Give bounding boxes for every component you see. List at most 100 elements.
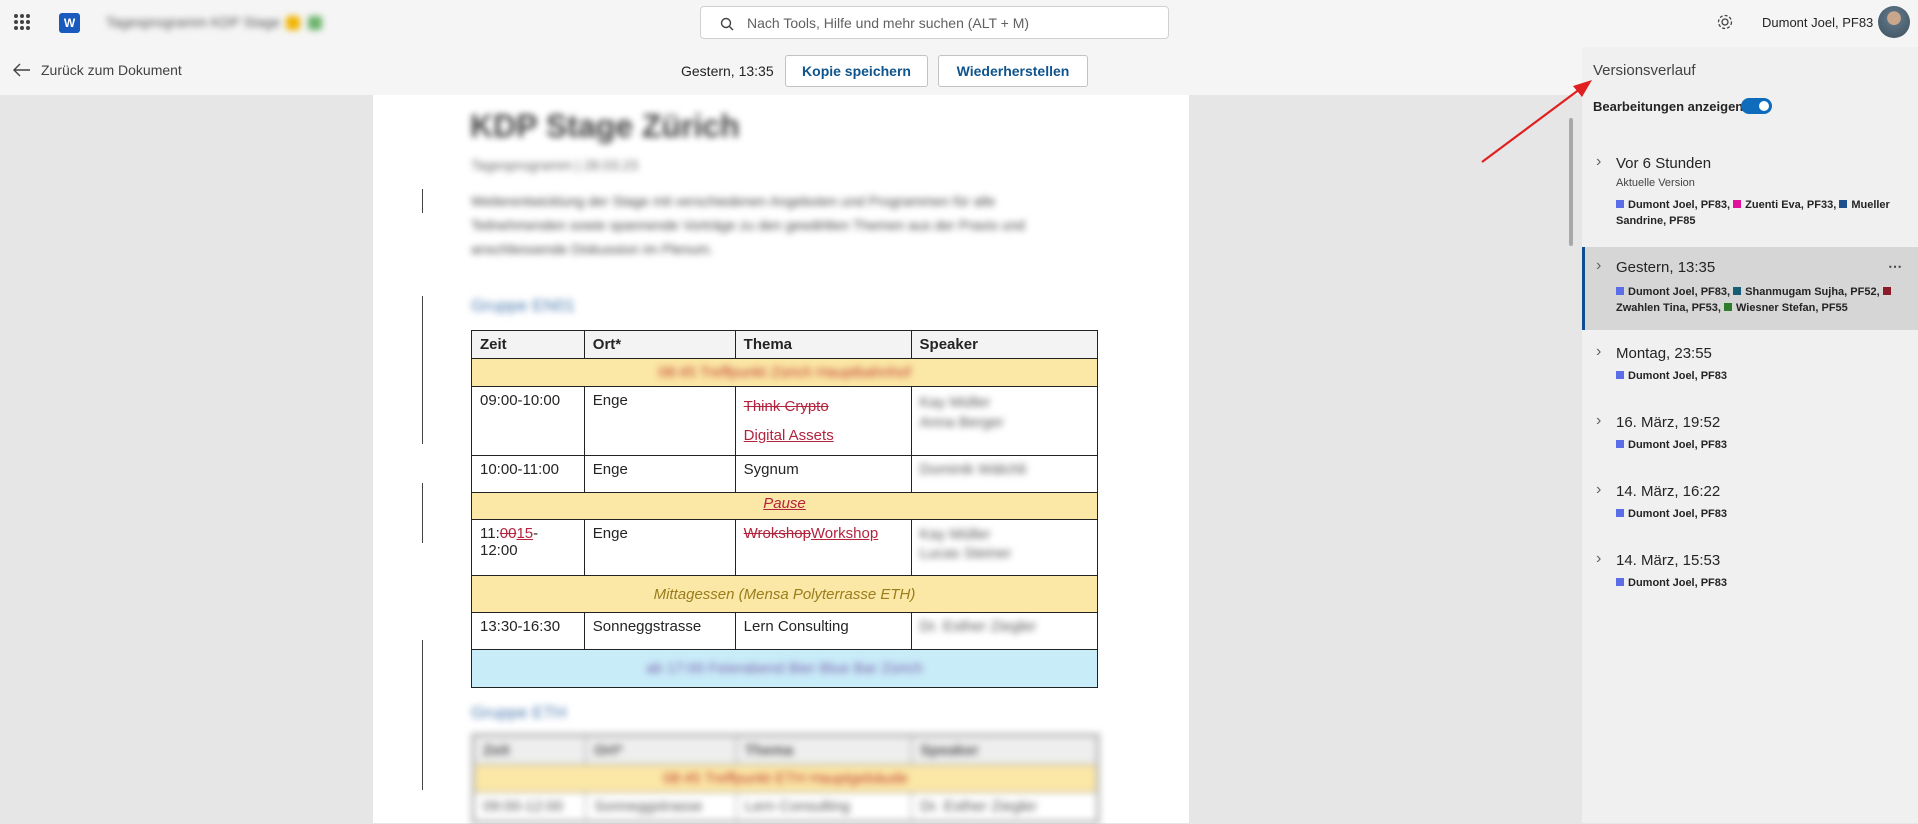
header-cell: Zeit: [471, 330, 585, 359]
cell-ort: Enge: [583, 386, 736, 456]
table-row: Mittagessen (Mensa Polyterrasse ETH): [471, 575, 1098, 613]
more-options-icon[interactable]: ⋯: [1888, 258, 1902, 275]
chevron-right-icon[interactable]: ›: [1596, 550, 1601, 568]
chevron-right-icon[interactable]: ›: [1596, 257, 1601, 275]
speaker-name: Anna Berger: [919, 414, 1004, 431]
author-color-square: [1616, 440, 1624, 448]
cell-thema: Think Crypto Digital Assets: [734, 386, 912, 456]
author-color-square: [1616, 371, 1624, 379]
author-color-square: [1616, 200, 1624, 208]
author-name: Zwahlen Tina, PF53: [1616, 302, 1718, 314]
speaker-name: Kay Müller: [919, 394, 991, 411]
cell-speaker: Kay Müller Anna Berger: [910, 386, 1099, 456]
cell-zeit: 10:00-11:00: [471, 455, 585, 493]
author-color-square: [1733, 200, 1742, 208]
evening-text: ab 17:00 Feierabend Bier Blue Bar Zürich: [646, 660, 923, 677]
show-edits-label: Bearbeitungen anzeigen: [1593, 99, 1744, 114]
search-icon: [720, 17, 734, 31]
chevron-right-icon[interactable]: ›: [1596, 343, 1601, 361]
cell-speaker: Dr. Esther Ziegler: [910, 612, 1099, 650]
version-timestamp: Gestern, 13:35: [681, 63, 774, 79]
author-color-square: [1882, 287, 1891, 295]
version-item[interactable]: › 14. März, 15:53 Dumont Joel, PF83: [1582, 545, 1918, 605]
version-time: Montag, 23:55: [1616, 345, 1712, 362]
sensitivity-icon: [286, 16, 301, 31]
version-time: 14. März, 16:22: [1616, 483, 1721, 500]
author-color-square: [1839, 200, 1848, 208]
speaker-name: Kay Müller: [919, 526, 991, 543]
restore-button[interactable]: Wiederherstellen: [938, 55, 1088, 87]
author-name: Dumont Joel, PF83: [1628, 439, 1728, 451]
version-item[interactable]: › Montag, 23:55 Dumont Joel, PF83: [1582, 338, 1918, 398]
author-name: Zuenti Eva, PF33: [1745, 199, 1834, 211]
show-edits-toggle[interactable]: [1741, 98, 1772, 114]
back-to-document-button[interactable]: Zurück zum Dokument: [13, 62, 182, 78]
author-name: Dumont Joel, PF83: [1628, 370, 1728, 382]
version-time: 14. März, 15:53: [1616, 552, 1721, 569]
sync-status-icon: [308, 16, 323, 31]
document-paragraph: Weiterentwicklung der Stage mit verschie…: [471, 193, 1025, 257]
cell-zeit: 11:0015- 12:00: [471, 519, 585, 576]
panel-title: Versionsverlauf: [1593, 62, 1696, 79]
group-heading-2: Gruppe ETH: [471, 703, 567, 722]
author-color-square: [1616, 578, 1624, 586]
inserted-text: Digital Assets: [743, 427, 834, 444]
user-name[interactable]: Dumont Joel, PF83: [1762, 15, 1873, 30]
document-subtitle: Tagesprogramm | 28.03.23: [471, 157, 639, 173]
search-box[interactable]: Nach Tools, Hilfe und mehr suchen (ALT +…: [700, 6, 1169, 39]
app-launcher-icon[interactable]: [14, 14, 30, 30]
version-authors: Dumont Joel, PF83: [1616, 368, 1906, 384]
chevron-right-icon[interactable]: ›: [1596, 153, 1601, 171]
save-copy-button[interactable]: Kopie speichern: [785, 55, 928, 87]
document-title[interactable]: Tagesprogramm KDP Stage: [106, 14, 344, 32]
version-authors: Dumont Joel, PF83: [1616, 575, 1906, 591]
author-color-square: [1724, 303, 1733, 311]
table-row: Pause: [471, 492, 1098, 520]
cell-speaker: Dr. Esther Ziegler: [911, 792, 1099, 823]
cell-thema: Lern Consulting: [734, 612, 912, 650]
chevron-right-icon[interactable]: ›: [1596, 481, 1601, 499]
header-cell: Ort*: [585, 734, 737, 765]
arrow-left-icon: [13, 63, 30, 77]
version-item-selected[interactable]: › Gestern, 13:35 ⋯ Dumont Joel, PF83, Sh…: [1582, 247, 1918, 330]
deleted-text: Wrokshop: [743, 525, 811, 542]
lunch-text: Mittagessen (Mensa Polyterrasse ETH): [653, 585, 916, 603]
header-cell: Thema: [734, 330, 912, 359]
cell-thema: WrokshopWorkshop: [734, 519, 912, 576]
cell-ort: Enge: [583, 519, 736, 576]
cell-speaker: Dominik Wälchli: [910, 455, 1099, 493]
version-item[interactable]: › 14. März, 16:22 Dumont Joel, PF83: [1582, 476, 1918, 536]
cell-ort: Sonneggstrasse: [585, 792, 737, 823]
table-header-row: Zeit Ort* Thema Speaker: [472, 734, 1099, 765]
change-bar: [422, 189, 423, 213]
header-cell: Thema: [735, 734, 913, 765]
speaker-name: Dominik Wälchli: [919, 461, 1027, 478]
deleted-text: Think Crypto: [743, 398, 829, 415]
author-color-square: [1733, 287, 1742, 295]
annotation-arrow-icon: [1481, 80, 1592, 163]
version-item[interactable]: › Vor 6 Stunden Aktuelle Version Dumont …: [1582, 143, 1918, 242]
table-row: ab 17:00 Feierabend Bier Blue Bar Zürich: [471, 649, 1098, 688]
gear-icon[interactable]: [1716, 13, 1734, 31]
author-name: Wiesner Stefan, PF55: [1736, 302, 1848, 314]
cell-speaker: Kay Müller Lucas Steiner: [910, 519, 1099, 576]
schedule-table-2: Zeit Ort* Thema Speaker 08:45 Treffpunkt…: [471, 733, 1100, 824]
speaker-name: Lucas Steiner: [919, 545, 1012, 562]
version-time: Vor 6 Stunden: [1616, 155, 1712, 172]
author-name: Dumont Joel, PF83: [1628, 199, 1728, 211]
version-item[interactable]: › 16. März, 19:52 Dumont Joel, PF83: [1582, 407, 1918, 467]
back-label: Zurück zum Dokument: [41, 62, 182, 78]
version-time: Gestern, 13:35: [1616, 259, 1716, 276]
cell-zeit: 09:00-10:00: [471, 386, 585, 456]
inserted-text: Workshop: [810, 525, 879, 542]
time-text: 11:: [480, 525, 500, 542]
avatar[interactable]: [1878, 6, 1910, 38]
version-authors: Dumont Joel, PF83: [1616, 437, 1906, 453]
chevron-right-icon[interactable]: ›: [1596, 412, 1601, 430]
table-row: 08:45 Treffpunkt ETH Hauptgebäude: [472, 764, 1099, 793]
change-bar: [422, 640, 423, 790]
cell-thema: Sygnum: [734, 455, 912, 493]
table-row: 08:45 Treffpunkt Zürich Hauptbahnhof: [471, 358, 1098, 387]
header-cell: Zeit: [472, 734, 587, 765]
word-logo-icon[interactable]: W: [59, 13, 80, 33]
